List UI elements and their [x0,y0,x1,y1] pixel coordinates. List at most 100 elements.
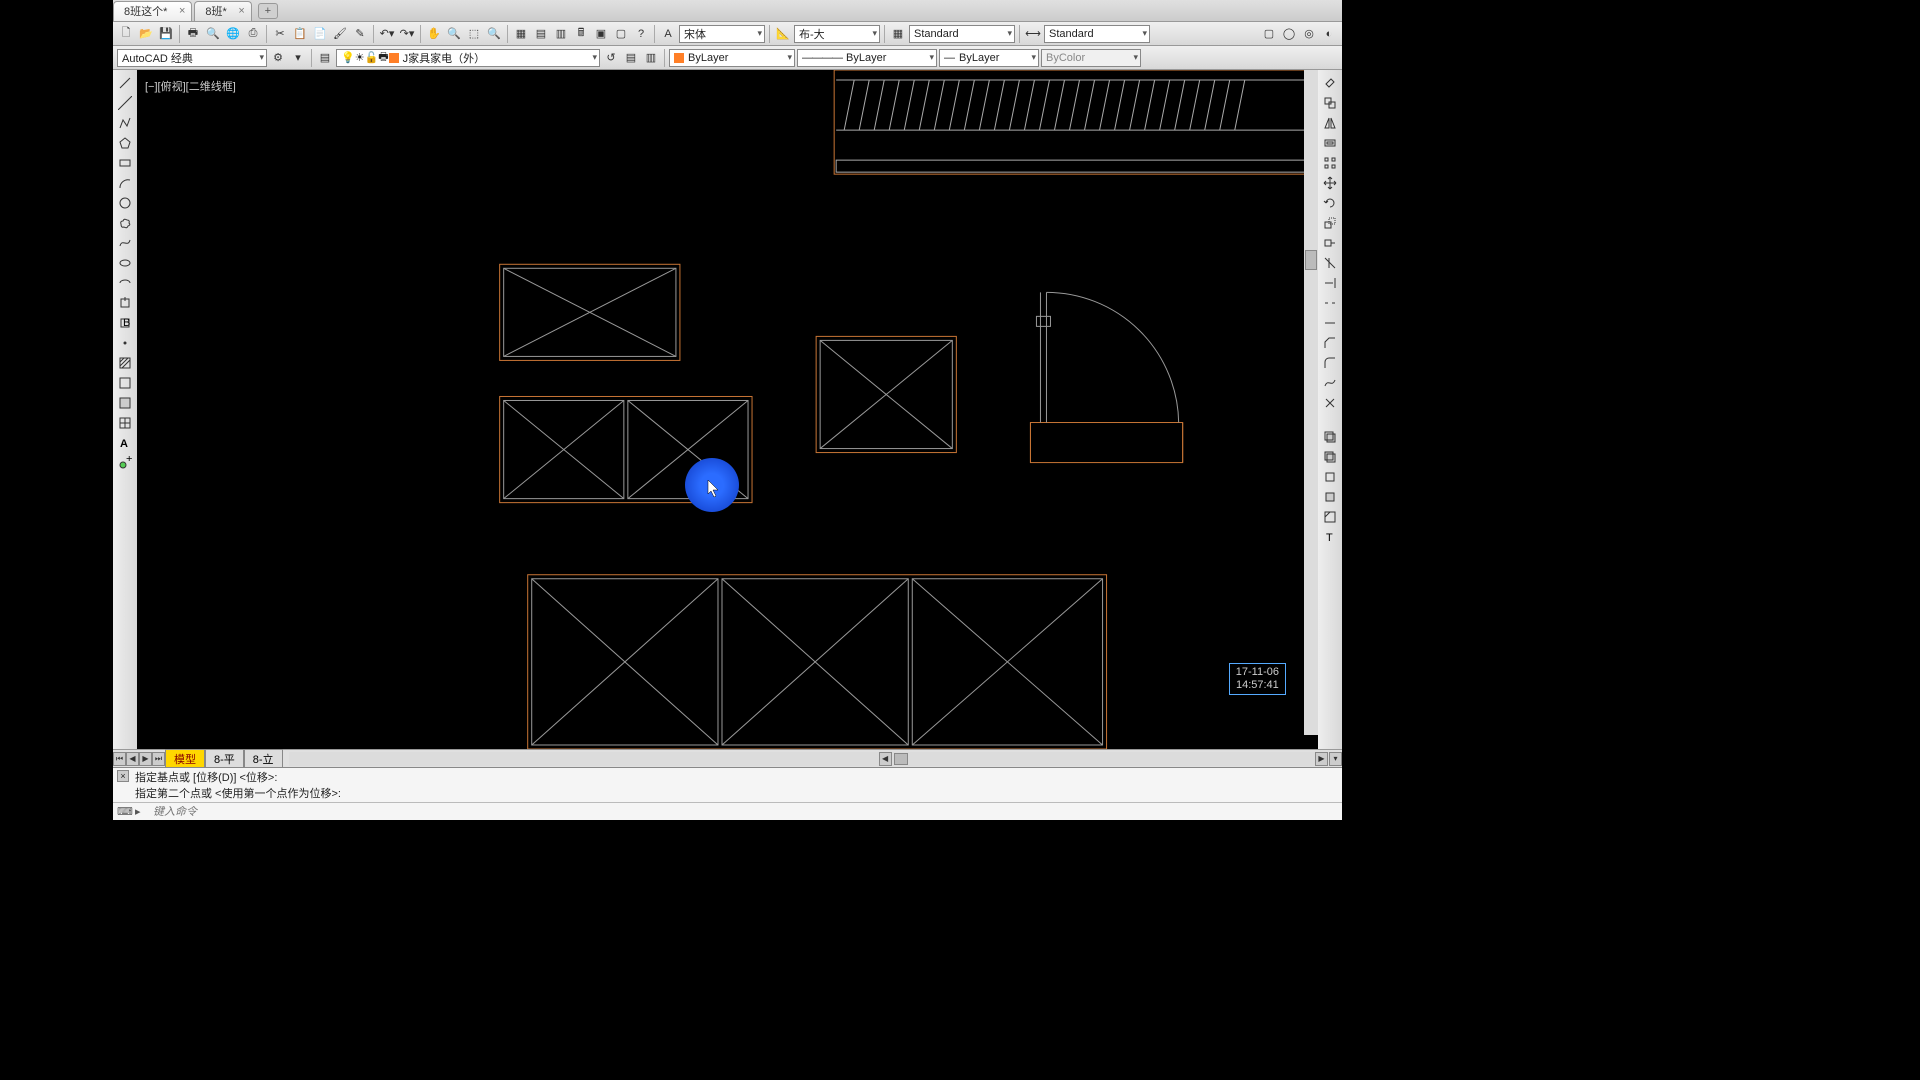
layer-manager-icon[interactable]: ▤ [316,49,334,67]
hscroll-right-icon[interactable]: ▶ [1315,752,1328,766]
layer-iso-icon[interactable]: ▥ [642,49,660,67]
dimstyle-icon[interactable]: ⟷ [1024,25,1042,43]
fillet-icon[interactable] [1321,354,1339,372]
paste-icon[interactable]: 📄 [311,25,329,43]
linetype-dropdown[interactable]: ————ByLayer [797,49,937,67]
calc-icon[interactable]: 🖩 [572,25,590,43]
region-icon[interactable] [116,394,134,412]
annostyle-dropdown[interactable]: 布-大 [794,25,880,43]
open-icon[interactable]: 📂 [137,25,155,43]
zoom-realtime-icon[interactable]: 🔍 [445,25,463,43]
arc-icon[interactable] [116,174,134,192]
move-icon[interactable] [1321,174,1339,192]
textstyle-icon[interactable]: A [659,25,677,43]
scrollbar-thumb[interactable] [894,753,908,765]
command-input[interactable] [153,806,1338,818]
layout-prev-icon[interactable]: ◀ [126,752,139,766]
horizontal-scrollbar[interactable]: ◀ ▶ ▾ [289,752,1342,766]
color-dropdown[interactable]: ByLayer [669,49,795,67]
scale-icon[interactable] [1321,214,1339,232]
polygon-icon[interactable] [116,134,134,152]
rectangle-icon[interactable] [116,154,134,172]
lineweight-dropdown[interactable]: —ByLayer [939,49,1039,67]
layout-last-icon[interactable]: ⏭ [152,752,165,766]
tab-document-1[interactable]: 8班这个* × [113,1,192,21]
redo-icon[interactable]: ↷▾ [398,25,416,43]
rotate-icon[interactable] [1321,194,1339,212]
plot-icon[interactable]: ⎙ [244,25,262,43]
gradient-icon[interactable] [116,374,134,392]
zoom-prev-icon[interactable]: 🔍 [485,25,503,43]
new-icon[interactable]: 🗋 [117,25,135,43]
table-icon[interactable]: ▦ [889,25,907,43]
cut-icon[interactable]: ✂ [271,25,289,43]
extend-icon[interactable] [1321,274,1339,292]
tool-palette-icon[interactable]: ▥ [552,25,570,43]
help-icon[interactable]: ? [632,25,650,43]
command-recent-icon[interactable]: ▸ [135,805,149,819]
zoom-window-icon[interactable]: ⬚ [465,25,483,43]
erase-icon[interactable] [1321,74,1339,92]
layout-next-icon[interactable]: ▶ [139,752,152,766]
close-icon[interactable]: × [179,5,185,17]
line-icon[interactable] [116,74,134,92]
trim-icon[interactable] [1321,254,1339,272]
tab-layout-1[interactable]: 8-平 [205,749,244,769]
circle-icon[interactable] [116,194,134,212]
markup-icon[interactable]: ▢ [612,25,630,43]
layer-prev-icon[interactable]: ↺ [602,49,620,67]
make-block-icon[interactable]: B [116,314,134,332]
array-icon[interactable] [1321,154,1339,172]
close-icon[interactable]: × [117,770,129,782]
dimstyle-dropdown[interactable]: Standard [1044,25,1150,43]
draworder-under-icon[interactable] [1321,488,1339,506]
revcloud-icon[interactable] [116,214,134,232]
insert-block-icon[interactable] [116,294,134,312]
layout-first-icon[interactable]: ⏮ [113,752,126,766]
new-tab-button[interactable]: + [258,3,278,19]
hscroll-left-icon[interactable]: ◀ [879,752,892,766]
layer-dropdown[interactable]: 💡 ☀ 🔓 🖶 J家具家电（外） [336,49,600,67]
text-front-icon[interactable]: T [1321,528,1339,546]
layer-state-icon[interactable]: ▤ [622,49,640,67]
hatch-icon[interactable] [116,354,134,372]
plotstyle-dropdown[interactable]: ByColor [1041,49,1141,67]
ellipse-icon[interactable] [116,254,134,272]
brush-icon[interactable]: ✎ [351,25,369,43]
drawing-canvas[interactable]: [−][俯视][二维线框] [137,70,1318,749]
ellipse-arc-icon[interactable] [116,274,134,292]
hatch-back-icon[interactable] [1321,508,1339,526]
annoscale-icon[interactable]: 📐 [774,25,792,43]
sheetset-icon[interactable]: ▤ [532,25,550,43]
tab-document-2[interactable]: 8班* × [194,1,251,21]
vp-clip-icon[interactable]: ◐ [1320,25,1338,43]
table-icon[interactable] [116,414,134,432]
copy-icon[interactable] [1321,94,1339,112]
textstyle-dropdown[interactable]: Standard [909,25,1015,43]
draworder-front-icon[interactable] [1321,428,1339,446]
hscroll-end-icon[interactable]: ▾ [1329,752,1342,766]
close-icon[interactable]: × [238,5,244,17]
join-icon[interactable] [1321,314,1339,332]
publish-icon[interactable]: 🌐 [224,25,242,43]
undo-icon[interactable]: ↶▾ [378,25,396,43]
mtext-icon[interactable]: A [116,434,134,452]
workspace-dropdown[interactable]: AutoCAD 经典 [117,49,267,67]
mirror-icon[interactable] [1321,114,1339,132]
properties-icon[interactable]: ▦ [512,25,530,43]
workspace-save-icon[interactable]: ▾ [289,49,307,67]
offset-icon[interactable] [1321,134,1339,152]
font-dropdown[interactable]: 宋体 [679,25,765,43]
tab-model[interactable]: 模型 [165,749,205,769]
draworder-above-icon[interactable] [1321,468,1339,486]
draworder-back-icon[interactable] [1321,448,1339,466]
vertical-scrollbar[interactable] [1304,70,1318,735]
chamfer-icon[interactable] [1321,334,1339,352]
stretch-icon[interactable] [1321,234,1339,252]
explode-icon[interactable] [1321,394,1339,412]
vp-object-icon[interactable]: ◎ [1300,25,1318,43]
pan-icon[interactable]: ✋ [425,25,443,43]
spline-icon[interactable] [116,234,134,252]
point-icon[interactable] [116,334,134,352]
save-icon[interactable]: 💾 [157,25,175,43]
